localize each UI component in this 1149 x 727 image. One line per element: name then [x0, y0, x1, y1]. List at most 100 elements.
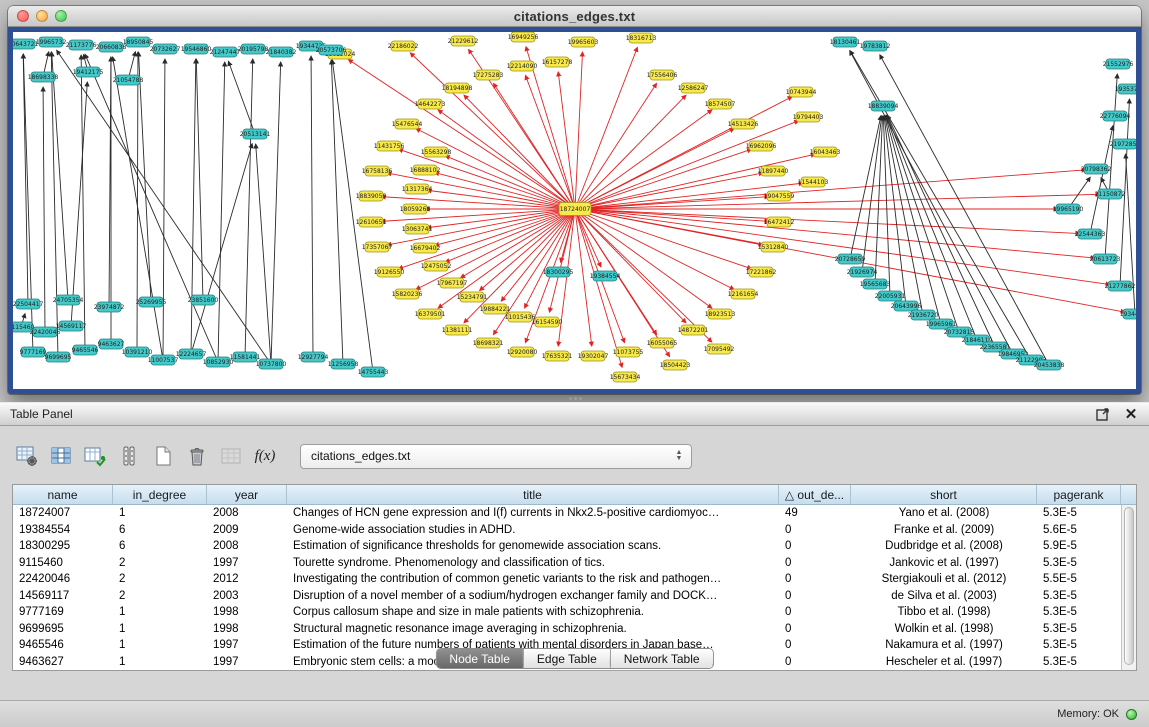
table-cell[interactable]: Hescheler et al. (1997) — [851, 656, 1037, 668]
table-cell[interactable]: Yano et al. (2008) — [851, 507, 1037, 519]
graph-node[interactable]: 16154590 — [532, 317, 563, 327]
table-cell[interactable]: 5.3E-5 — [1037, 590, 1121, 602]
graph-node[interactable]: 17967197 — [437, 278, 468, 288]
table-cell[interactable]: 1998 — [207, 623, 287, 635]
table-cell[interactable]: de Silva et al. (2003) — [851, 590, 1037, 602]
table-cell[interactable]: Tibbo et al. (1998) — [851, 606, 1037, 618]
graph-node[interactable]: 16157278 — [542, 57, 573, 67]
graph-node[interactable]: 16043463 — [810, 147, 841, 157]
table-cell[interactable]: 9115460 — [13, 557, 113, 569]
graph-node[interactable]: 16758136 — [362, 166, 393, 176]
tab-node-table[interactable]: Node Table — [436, 649, 523, 668]
table-cell[interactable]: 1998 — [207, 606, 287, 618]
table-cell[interactable]: 0 — [779, 557, 851, 569]
close-panel-icon[interactable]: ✕ — [1123, 406, 1139, 422]
column-header[interactable]: name — [13, 485, 113, 504]
graph-node[interactable]: 11544103 — [798, 177, 829, 187]
graph-node[interactable]: 15234791 — [457, 292, 488, 302]
graph-node[interactable]: 12586247 — [678, 83, 709, 93]
table-cell[interactable]: 5.3E-5 — [1037, 656, 1121, 668]
graph-node[interactable]: 12920080 — [507, 347, 538, 357]
graph-node[interactable]: 14513426 — [728, 119, 759, 129]
table-cell[interactable]: Franke et al. (2009) — [851, 524, 1037, 536]
graph-node[interactable]: 21277862 — [1105, 281, 1136, 291]
graph-node[interactable]: 17357067 — [362, 242, 393, 252]
table-cell[interactable]: 1 — [113, 507, 207, 519]
table-cell[interactable]: Stergiakouli et al. (2012) — [851, 573, 1037, 585]
table-mode-icon[interactable] — [12, 442, 42, 470]
graph-node[interactable]: 10743944 — [786, 87, 817, 97]
import-table-icon[interactable] — [216, 442, 246, 470]
graph-node[interactable]: 20798362 — [1081, 164, 1112, 174]
table-cell[interactable]: 18724007 — [13, 507, 113, 519]
graph-node[interactable]: 21173776 — [66, 40, 97, 50]
graph-node[interactable]: 20728659 — [835, 254, 866, 264]
table-cell[interactable]: 1997 — [207, 557, 287, 569]
graph-node[interactable]: 21150872 — [1095, 189, 1126, 199]
table-cell[interactable]: 2008 — [207, 507, 287, 519]
graph-node[interactable]: 18194898 — [442, 83, 473, 93]
graph-node[interactable]: 17275283 — [473, 70, 504, 80]
graph-node[interactable]: 21936720 — [908, 310, 939, 320]
graph-node[interactable]: 22544363 — [1075, 229, 1106, 239]
table-cell[interactable]: 0 — [779, 524, 851, 536]
graph-node[interactable]: 18724007 — [559, 203, 591, 216]
table-cell[interactable]: 18300295 — [13, 540, 113, 552]
graph-node[interactable]: 11381111 — [442, 325, 473, 335]
graph-node[interactable]: 20643721 — [13, 39, 38, 49]
graph-node[interactable]: 19965603 — [568, 37, 599, 47]
table-cell[interactable]: 0 — [779, 573, 851, 585]
graph-node[interactable]: 18839059 — [356, 191, 387, 201]
graph-node[interactable]: 9463627 — [98, 339, 125, 349]
table-cell[interactable]: 0 — [779, 606, 851, 618]
table-cell[interactable]: 5.3E-5 — [1037, 639, 1121, 651]
graph-node[interactable]: 17635321 — [542, 351, 573, 361]
graph-node[interactable]: 19965190 — [1053, 204, 1084, 214]
zoom-window-button[interactable] — [55, 10, 67, 22]
table-cell[interactable]: 2 — [113, 573, 207, 585]
graph-node[interactable]: 15476544 — [392, 119, 423, 129]
vertical-scrollbar[interactable] — [1121, 505, 1136, 670]
table-cell[interactable]: Structural magnetic resonance image aver… — [287, 623, 779, 635]
graph-node[interactable]: 9465546 — [72, 345, 99, 355]
table-cell[interactable]: 1 — [113, 623, 207, 635]
table-cell[interactable]: 5.9E-5 — [1037, 540, 1121, 552]
graph-node[interactable]: 25269955 — [136, 297, 167, 307]
graph-node[interactable]: 12927794 — [298, 352, 329, 362]
trash-icon[interactable] — [182, 442, 212, 470]
table-cell[interactable]: 9699695 — [13, 623, 113, 635]
column-header[interactable]: title — [287, 485, 779, 504]
graph-node[interactable]: 17221862 — [746, 267, 777, 277]
table-cell[interactable]: 22420046 — [13, 573, 113, 585]
table-cell[interactable]: 6 — [113, 540, 207, 552]
table-cell[interactable]: Nakamura et al. (1997) — [851, 639, 1037, 651]
graph-node[interactable]: 18574507 — [705, 99, 736, 109]
graph-node[interactable]: 11317364 — [402, 184, 433, 194]
table-row[interactable]: 2242004622012Investigating the contribut… — [13, 571, 1121, 588]
graph-node[interactable]: 16379501 — [415, 309, 446, 319]
column-header[interactable]: short — [851, 485, 1037, 504]
graph-node[interactable]: 19546860 — [181, 44, 212, 54]
table-row[interactable]: 969969511998Structural magnetic resonanc… — [13, 621, 1121, 638]
table-row[interactable]: 1938455462009Genome-wide association stu… — [13, 522, 1121, 539]
table-cell[interactable]: Genome-wide association studies in ADHD. — [287, 524, 779, 536]
table-cell[interactable]: 19384554 — [13, 524, 113, 536]
table-cell[interactable]: Wolkin et al. (1998) — [851, 623, 1037, 635]
graph-node[interactable]: 21054788 — [113, 75, 144, 85]
graph-node[interactable]: 20643996 — [891, 301, 922, 311]
graph-node[interactable]: 11897440 — [758, 166, 789, 176]
table-row[interactable]: 911546021997Tourette syndrome. Phenomeno… — [13, 555, 1121, 572]
graph-node[interactable]: 16962096 — [746, 141, 777, 151]
graph-node[interactable]: 20613723 — [1090, 254, 1121, 264]
graph-node[interactable]: 14569117 — [56, 321, 87, 331]
table-cell[interactable]: 0 — [779, 590, 851, 602]
table-cell[interactable]: 9465546 — [13, 639, 113, 651]
table-cell[interactable]: 5.5E-5 — [1037, 573, 1121, 585]
graph-node[interactable]: 11256958 — [328, 359, 359, 369]
table-cell[interactable]: 5.6E-5 — [1037, 524, 1121, 536]
graph-node[interactable]: 19965732 — [36, 37, 67, 47]
table-cell[interactable]: 1997 — [207, 639, 287, 651]
graph-node[interactable]: 18059268 — [400, 204, 431, 214]
table-cell[interactable]: 9777169 — [13, 606, 113, 618]
graph-node[interactable]: 14642273 — [415, 99, 446, 109]
